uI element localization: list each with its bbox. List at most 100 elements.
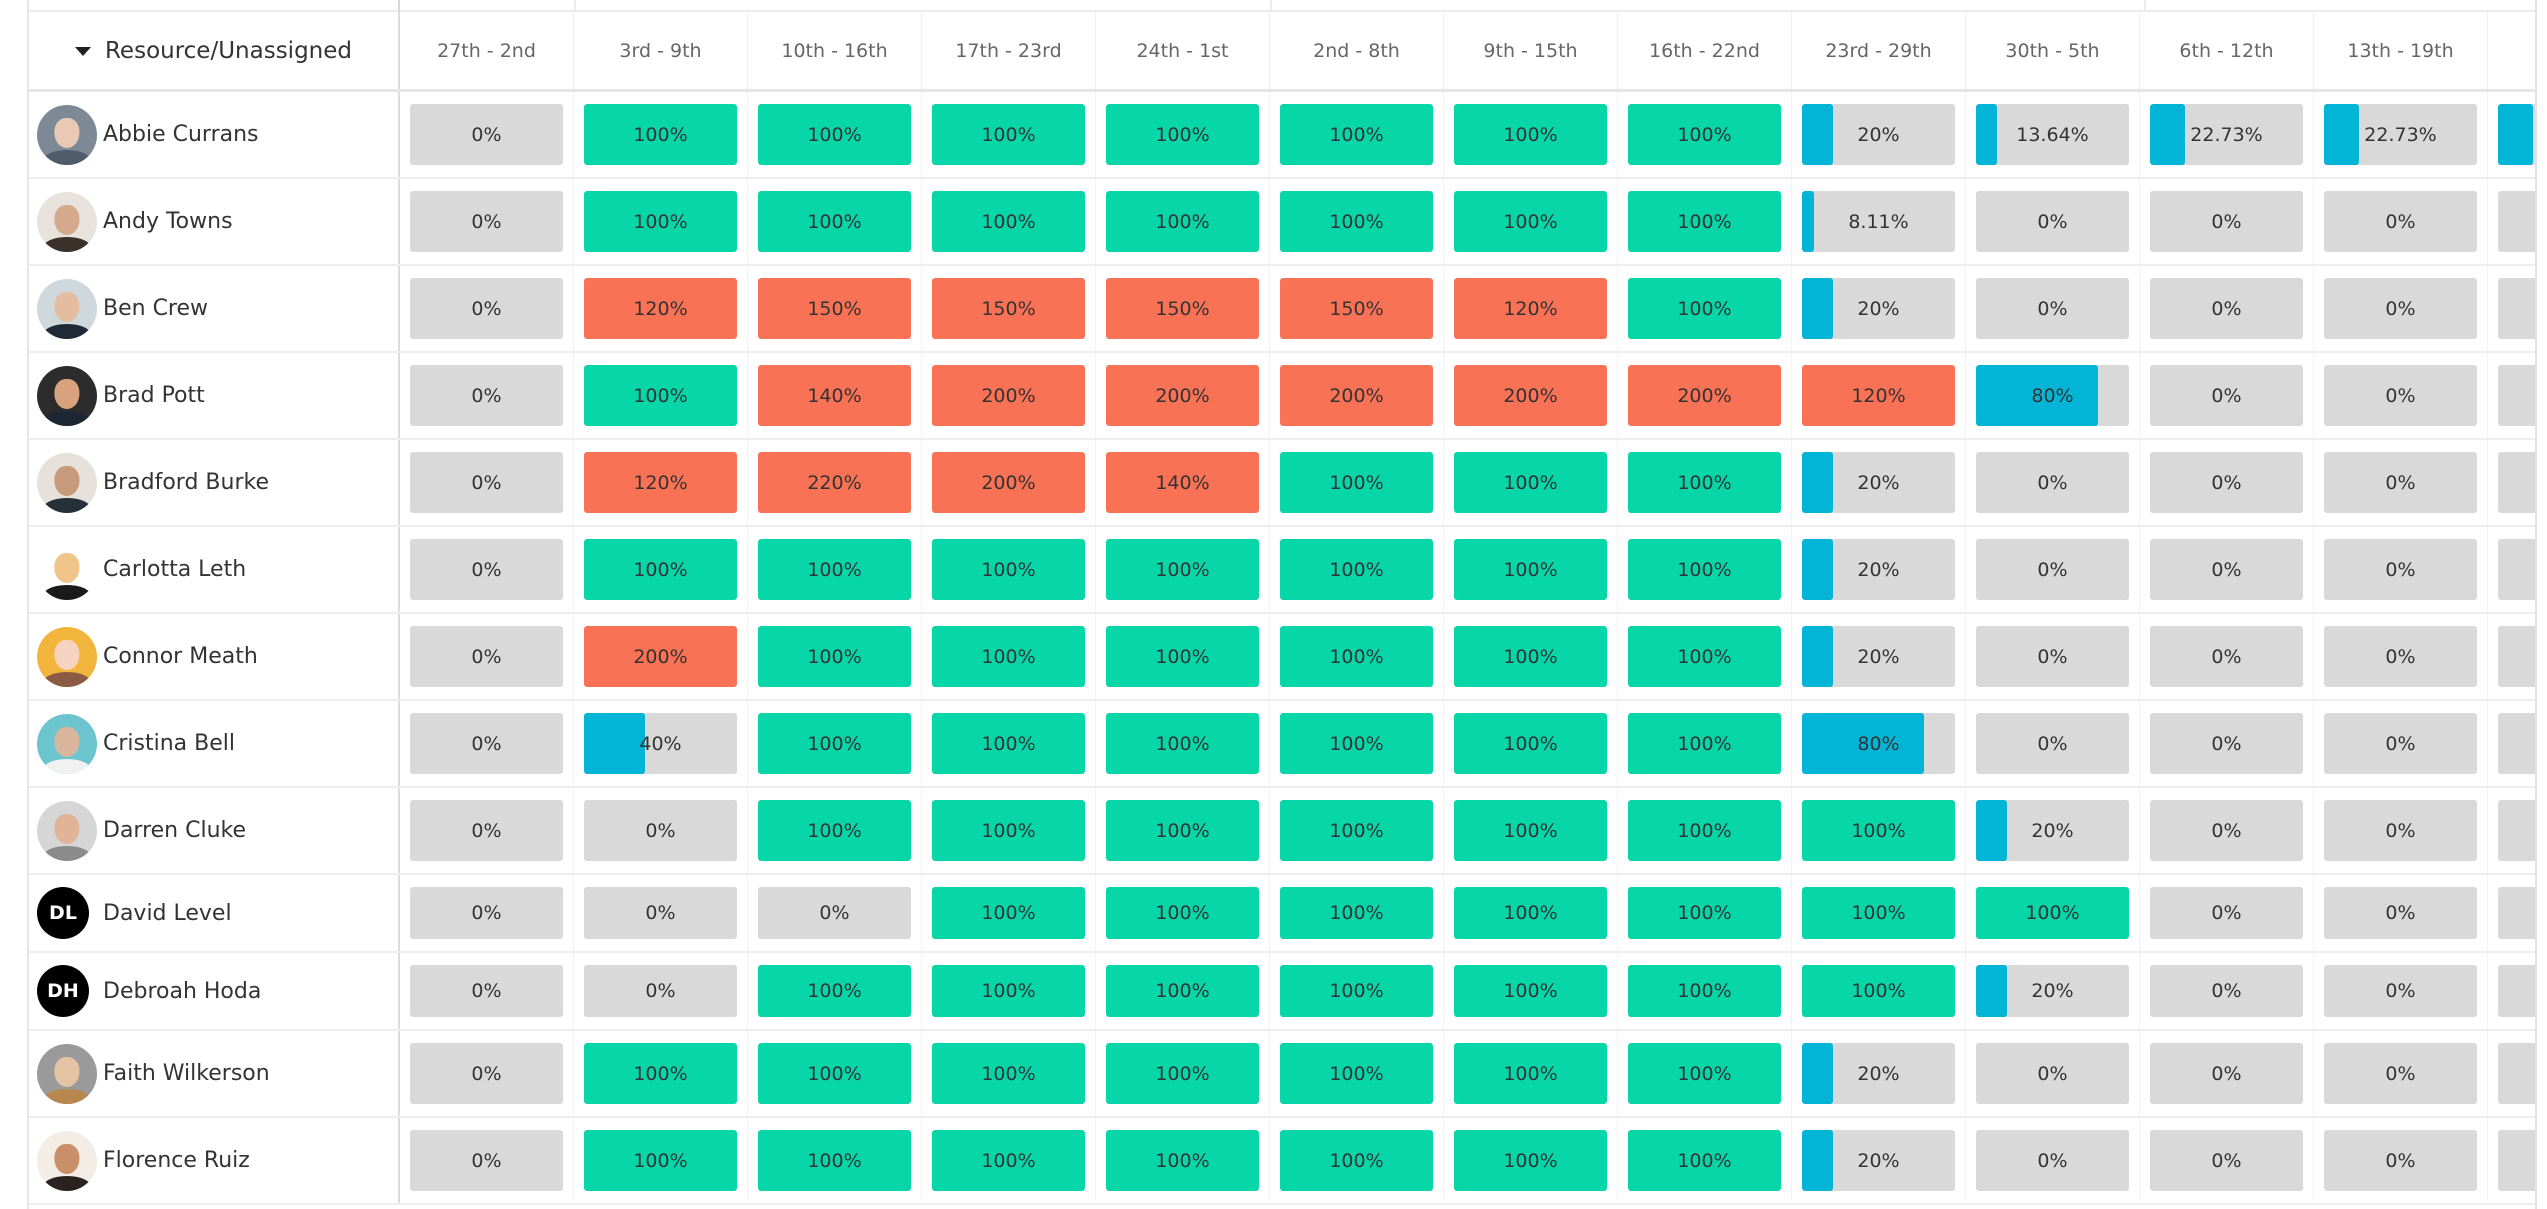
allocation-bar[interactable]: 0% [2324, 887, 2477, 939]
allocation-bar[interactable]: 0% [2498, 539, 2535, 600]
allocation-cell[interactable]: 100% [748, 1031, 922, 1116]
allocation-cell[interactable]: 0% [2140, 527, 2314, 612]
allocation-cell[interactable]: 100% [922, 92, 1096, 177]
allocation-cell[interactable]: 0% [2140, 788, 2314, 873]
allocation-cell[interactable]: 150% [922, 266, 1096, 351]
allocation-cell[interactable]: 140% [1096, 440, 1270, 525]
resource-name-cell[interactable]: Cristina Bell [29, 701, 400, 786]
allocation-bar[interactable]: 100% [932, 965, 1085, 1017]
allocation-cell[interactable]: 100% [1444, 875, 1618, 951]
allocation-bar[interactable]: 100% [1976, 887, 2129, 939]
allocation-bar[interactable]: 100% [1280, 800, 1433, 861]
allocation-bar[interactable]: 0% [2324, 626, 2477, 687]
allocation-cell[interactable]: 100% [748, 701, 922, 786]
allocation-cell[interactable]: 100% [748, 614, 922, 699]
allocation-bar[interactable]: 100% [1280, 626, 1433, 687]
allocation-bar[interactable]: 100% [1280, 1130, 1433, 1191]
allocation-bar[interactable]: 150% [1280, 278, 1433, 339]
allocation-cell[interactable]: 200% [574, 614, 748, 699]
allocation-cell[interactable]: 100% [1618, 1031, 1792, 1116]
allocation-bar[interactable]: 100% [1454, 713, 1607, 774]
allocation-bar[interactable]: 100% [1454, 1043, 1607, 1104]
allocation-bar[interactable]: 100% [1628, 191, 1781, 252]
allocation-bar[interactable]: 0% [584, 887, 737, 939]
allocation-cell[interactable]: 0% [2140, 614, 2314, 699]
allocation-cell[interactable]: 100% [1966, 875, 2140, 951]
allocation-cell[interactable]: 200% [922, 440, 1096, 525]
allocation-bar[interactable]: 100% [758, 800, 911, 861]
allocation-bar[interactable]: 100% [932, 800, 1085, 861]
allocation-cell[interactable]: 100% [1096, 788, 1270, 873]
allocation-cell[interactable]: 0% [2488, 875, 2535, 951]
allocation-bar[interactable]: 100% [1802, 800, 1955, 861]
allocation-bar[interactable]: 100% [1454, 539, 1607, 600]
allocation-cell[interactable]: 0% [1966, 266, 2140, 351]
allocation-cell[interactable]: 100% [1270, 614, 1444, 699]
allocation-cell[interactable]: 40% [574, 701, 748, 786]
allocation-bar[interactable]: 200% [932, 452, 1085, 513]
allocation-bar[interactable]: 100% [1454, 1130, 1607, 1191]
allocation-bar[interactable]: 0% [1976, 1043, 2129, 1104]
allocation-cell[interactable]: 100% [922, 527, 1096, 612]
allocation-cell[interactable]: 150% [1096, 266, 1270, 351]
allocation-cell[interactable]: 0% [2140, 701, 2314, 786]
allocation-bar[interactable]: 0% [2498, 278, 2535, 339]
allocation-cell[interactable]: 100% [1618, 1118, 1792, 1203]
allocation-cell[interactable]: 13.64% [1966, 92, 2140, 177]
allocation-bar[interactable]: 100% [1280, 104, 1433, 165]
allocation-bar[interactable]: 22.73% [2498, 104, 2535, 165]
allocation-bar[interactable]: 120% [1802, 365, 1955, 426]
allocation-bar[interactable]: 0% [2324, 965, 2477, 1017]
allocation-cell[interactable]: 100% [1270, 1031, 1444, 1116]
allocation-cell[interactable]: 0% [400, 440, 574, 525]
allocation-bar[interactable]: 0% [2150, 887, 2303, 939]
allocation-bar[interactable]: 100% [1454, 965, 1607, 1017]
allocation-cell[interactable]: 0% [400, 1118, 574, 1203]
allocation-bar[interactable]: 0% [410, 965, 563, 1017]
allocation-cell[interactable]: 0% [574, 875, 748, 951]
allocation-bar[interactable]: 200% [1454, 365, 1607, 426]
allocation-bar[interactable]: 200% [932, 365, 1085, 426]
allocation-bar[interactable]: 0% [2150, 800, 2303, 861]
allocation-bar[interactable]: 100% [758, 539, 911, 600]
resource-name-cell[interactable]: Bradford Burke [29, 440, 400, 525]
allocation-bar[interactable]: 13.64% [1976, 104, 2129, 165]
allocation-bar[interactable]: 0% [2150, 365, 2303, 426]
allocation-bar[interactable]: 100% [1106, 965, 1259, 1017]
resource-name-cell[interactable]: DH Debroah Hoda [29, 953, 400, 1029]
allocation-cell[interactable]: 0% [2314, 527, 2488, 612]
allocation-cell[interactable]: 0% [748, 875, 922, 951]
allocation-cell[interactable]: 0% [2488, 614, 2535, 699]
allocation-cell[interactable]: 120% [1792, 353, 1966, 438]
allocation-bar[interactable]: 20% [1802, 278, 1955, 339]
allocation-cell[interactable]: 100% [922, 1031, 1096, 1116]
allocation-cell[interactable]: 0% [2488, 701, 2535, 786]
allocation-cell[interactable]: 100% [922, 179, 1096, 264]
allocation-cell[interactable]: 100% [1444, 1031, 1618, 1116]
allocation-bar[interactable]: 100% [584, 365, 737, 426]
allocation-cell[interactable]: 100% [922, 1118, 1096, 1203]
allocation-bar[interactable]: 0% [2498, 713, 2535, 774]
allocation-cell[interactable]: 0% [2140, 953, 2314, 1029]
allocation-bar[interactable]: 0% [584, 800, 737, 861]
allocation-bar[interactable]: 0% [2150, 452, 2303, 513]
allocation-cell[interactable]: 0% [400, 179, 574, 264]
allocation-bar[interactable]: 0% [1976, 1130, 2129, 1191]
allocation-bar[interactable]: 100% [932, 713, 1085, 774]
allocation-cell[interactable]: 100% [1096, 1118, 1270, 1203]
allocation-cell[interactable]: 100% [1444, 92, 1618, 177]
allocation-cell[interactable]: 0% [1966, 527, 2140, 612]
allocation-cell[interactable]: 0% [2140, 875, 2314, 951]
allocation-cell[interactable]: 100% [1096, 953, 1270, 1029]
allocation-cell[interactable]: 0% [2140, 266, 2314, 351]
allocation-cell[interactable]: 100% [1096, 875, 1270, 951]
allocation-bar[interactable]: 100% [758, 1130, 911, 1191]
allocation-cell[interactable]: 100% [1270, 92, 1444, 177]
resource-name-cell[interactable]: Darren Cluke [29, 788, 400, 873]
allocation-bar[interactable]: 0% [584, 965, 737, 1017]
allocation-cell[interactable]: 100% [1270, 701, 1444, 786]
allocation-bar[interactable]: 100% [1802, 887, 1955, 939]
allocation-cell[interactable]: 100% [1096, 179, 1270, 264]
allocation-cell[interactable]: 0% [2314, 1031, 2488, 1116]
allocation-bar[interactable]: 0% [410, 1043, 563, 1104]
